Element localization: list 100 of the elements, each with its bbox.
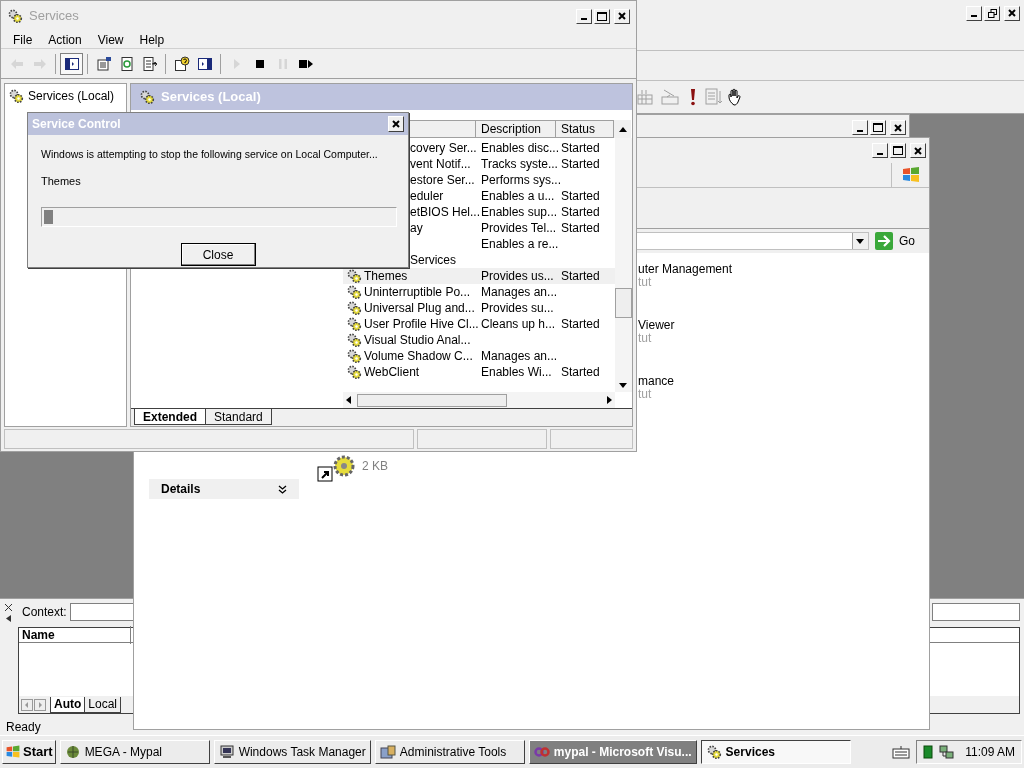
close-icon [618,12,626,20]
taskbar-button[interactable]: Services [700,740,851,764]
expand-chevron-icon[interactable] [278,484,287,494]
close-button[interactable] [890,120,906,135]
table-row[interactable]: Visual Studio Anal... [343,332,615,348]
table-cell: Started [561,205,600,219]
close-dialog-button[interactable]: Close [180,243,256,267]
tray-indicator-icon[interactable] [923,745,934,759]
item-title[interactable]: Viewer [638,319,929,332]
table-cell-text: Visual Studio Anal... [364,332,471,349]
maximize-button[interactable] [594,8,610,24]
details-panel[interactable]: Details [149,479,299,499]
globe-icon [64,744,81,760]
restore-button[interactable] [984,5,1000,21]
minimize-button[interactable] [966,5,982,21]
column-header[interactable]: Name [19,626,131,644]
table-cell-text: Services [410,252,456,269]
tab[interactable]: Auto [50,696,86,713]
close-icon [392,120,400,128]
table-row[interactable]: Volume Shadow C... Manages an... [343,348,615,364]
gear-icon [705,744,722,760]
minimize-icon [877,152,883,155]
context-field[interactable] [69,603,136,621]
scroll-up-icon[interactable] [618,126,627,132]
taskbar-button[interactable]: Windows Task Manager [213,740,371,764]
minimize-button[interactable] [852,120,868,135]
table-row[interactable]: User Profile Hive Cl... Cleans up h... Started [343,316,615,332]
collapse-arrow-icon[interactable] [3,614,13,623]
tree-item[interactable]: Services (Local) [8,87,123,105]
vertical-scrollbar[interactable] [615,138,632,392]
tab[interactable]: Local [84,696,121,713]
table-row[interactable]: WebClient Enables Wi... Started [343,364,615,380]
gear-icon [346,300,362,316]
table-row[interactable]: Themes Provides us... Started [343,268,615,284]
table-row[interactable]: Services [410,252,615,268]
table-row[interactable]: Uninterruptible Po... Manages an... [343,284,615,300]
close-button[interactable] [614,8,630,24]
minimize-button[interactable] [576,8,592,24]
close-icon [914,146,922,155]
taskbar-button[interactable]: MEGA - Mypal [59,740,210,764]
table-cell: Started [561,317,600,331]
close-button[interactable] [1004,5,1020,21]
pane-toggle-icon[interactable] [60,52,83,75]
tab[interactable]: Extended [134,409,206,425]
maximize-button[interactable] [870,120,886,135]
table-cell-text: vent Notif... [410,156,471,173]
maximize-button[interactable] [890,143,906,158]
network-icon[interactable] [939,744,956,760]
taskbar-button[interactable]: mypal - Microsoft Visu... [528,740,697,764]
gear-icon [139,89,155,105]
table-row[interactable]: eduler Enables a u... Started [410,188,615,204]
table-row[interactable]: Universal Plug and... Provides su... [343,300,615,316]
table-cell: Enables disc... [481,141,560,155]
gear-icon [346,316,362,332]
close-button[interactable] [388,116,404,132]
taskbar-button[interactable]: Administrative Tools [374,740,525,764]
table-row[interactable]: etBIOS Hel...Enables sup... Started [410,204,615,220]
table-row[interactable]: covery Ser... Enables disc... Started [410,140,615,156]
dropdown-caret-icon[interactable] [856,238,865,244]
table-row[interactable]: Enables a re... [410,236,615,252]
column-header[interactable]: Description [476,120,556,138]
gear-icon [346,348,362,364]
gear-icon [346,364,362,380]
menu-item[interactable]: View [91,30,130,49]
scrollbar-thumb[interactable] [357,393,507,407]
menu-item[interactable]: Help [133,30,171,49]
gear-icon [346,332,362,348]
scroll-left-icon[interactable] [345,396,353,404]
item-subtitle: tut [638,332,653,345]
scroll-right-icon[interactable] [605,396,613,404]
tab[interactable]: Standard [205,409,272,425]
computer-icon [218,744,235,760]
minimize-button[interactable] [872,143,888,158]
scrollbar-thumb[interactable] [615,288,632,318]
item-title[interactable]: mance [638,375,929,388]
table-row[interactable]: ay Provides Tel... Started [410,220,615,236]
close-icon[interactable] [3,603,13,612]
minimize-icon [971,15,977,17]
table-row[interactable]: vent Notif... Tracks syste... Started [410,156,615,172]
table-cell-text: WebClient [364,364,420,381]
horizontal-scrollbar[interactable] [343,392,615,408]
go-button[interactable]: Go [875,232,915,250]
minimize-icon [857,129,863,132]
table-row[interactable]: estore Ser... Performs sys... [410,172,615,188]
context-field[interactable] [932,603,1020,621]
start-button[interactable]: Start [2,740,56,764]
table-cell: Enables Wi... [481,365,552,379]
table-cell: Manages an... [481,349,558,363]
infinity-logo-icon [533,744,550,760]
table-cell-text: Universal Plug and... [364,300,475,317]
table-cell: Started [561,157,600,171]
column-header[interactable]: Status [556,120,614,138]
windows-flag-icon [5,744,21,760]
close-icon [1008,9,1016,17]
menu-item[interactable]: Action [42,30,88,49]
window-title: Services [29,7,79,26]
menu-item[interactable]: File [7,30,39,49]
keyboard-icon[interactable] [892,745,911,759]
item-title[interactable]: uter Management [638,263,929,276]
close-button[interactable] [910,143,926,158]
